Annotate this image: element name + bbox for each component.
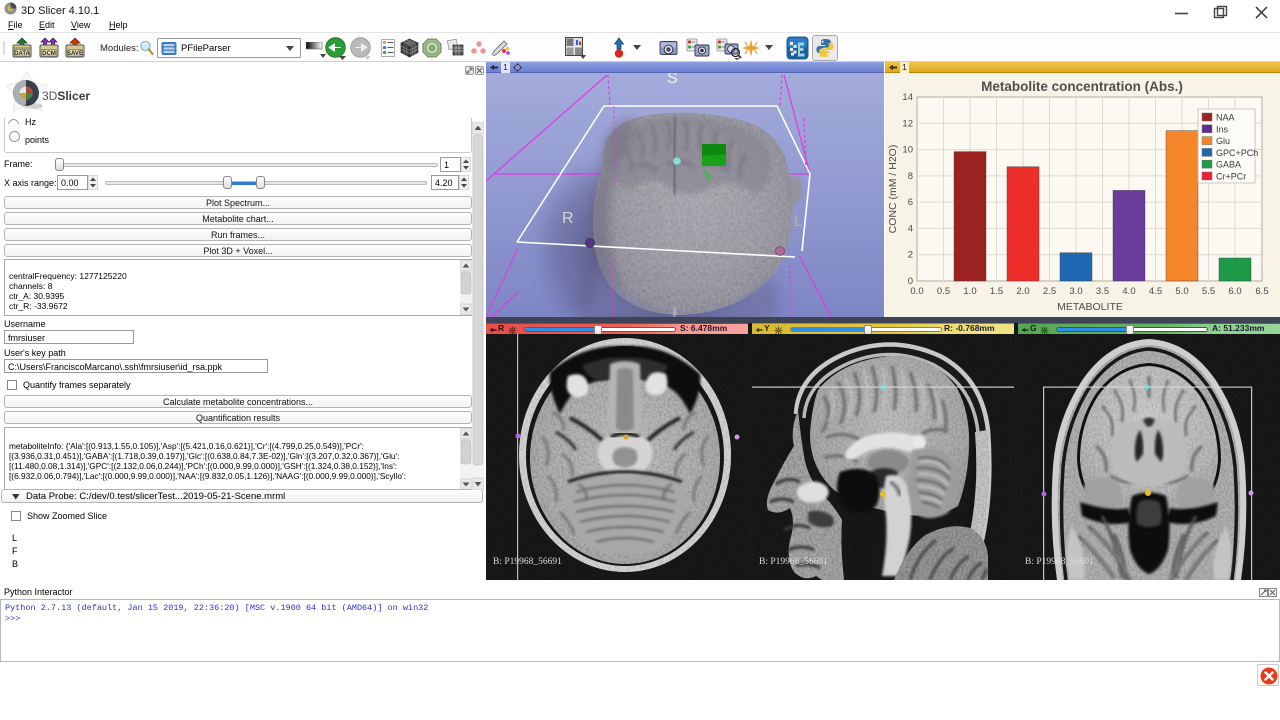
svg-text:3.5: 3.5 <box>1096 286 1109 297</box>
svg-text:2.0: 2.0 <box>1016 286 1029 297</box>
svg-text:Glu: Glu <box>1216 136 1230 146</box>
svg-text:12: 12 <box>902 118 913 129</box>
svg-text:DATA: DATA <box>14 51 30 57</box>
svg-text:8: 8 <box>908 171 913 182</box>
svg-text:DCM: DCM <box>42 51 56 57</box>
svg-text:B: P19968_56691: B: P19968_56691 <box>759 557 828 567</box>
svg-text:0.5: 0.5 <box>937 286 950 297</box>
svg-text:4.0: 4.0 <box>1122 286 1135 297</box>
svg-text:5.5: 5.5 <box>1202 286 1215 297</box>
svg-text:CONC (mM / H2O): CONC (mM / H2O) <box>887 145 899 234</box>
svg-text:SAVE: SAVE <box>67 51 83 57</box>
svg-text:S: S <box>667 73 678 87</box>
svg-text:GABA: GABA <box>1216 160 1241 170</box>
svg-text:3.0: 3.0 <box>1069 286 1082 297</box>
svg-text:METABOLITE: METABOLITE <box>1057 301 1123 313</box>
svg-text:Cr+PCr: Cr+PCr <box>1216 172 1246 182</box>
svg-text:B: P19968_56691: B: P19968_56691 <box>1025 557 1094 567</box>
svg-text:GPC+PCh: GPC+PCh <box>1216 148 1258 158</box>
svg-text:14: 14 <box>902 92 913 103</box>
svg-text:2: 2 <box>908 250 913 261</box>
svg-text:6: 6 <box>908 197 913 208</box>
svg-text:6.5: 6.5 <box>1255 286 1268 297</box>
svg-text:6.0: 6.0 <box>1228 286 1241 297</box>
svg-text:L: L <box>794 213 803 230</box>
svg-text:1.5: 1.5 <box>990 286 1003 297</box>
svg-text:1.0: 1.0 <box>963 286 976 297</box>
svg-text:0.0: 0.0 <box>910 286 923 297</box>
svg-text:NAA: NAA <box>1216 113 1235 123</box>
svg-text:Ins: Ins <box>1216 124 1229 134</box>
svg-text:4: 4 <box>908 223 913 234</box>
svg-text:Metabolite concentration (Abs.: Metabolite concentration (Abs.) <box>981 79 1183 94</box>
svg-text:10: 10 <box>902 145 913 156</box>
svg-text:B: P19968_56691: B: P19968_56691 <box>493 557 562 567</box>
svg-text:5.0: 5.0 <box>1175 286 1188 297</box>
svg-text:R: R <box>562 210 574 227</box>
svg-text:2.5: 2.5 <box>1043 286 1056 297</box>
svg-text:4.5: 4.5 <box>1149 286 1162 297</box>
